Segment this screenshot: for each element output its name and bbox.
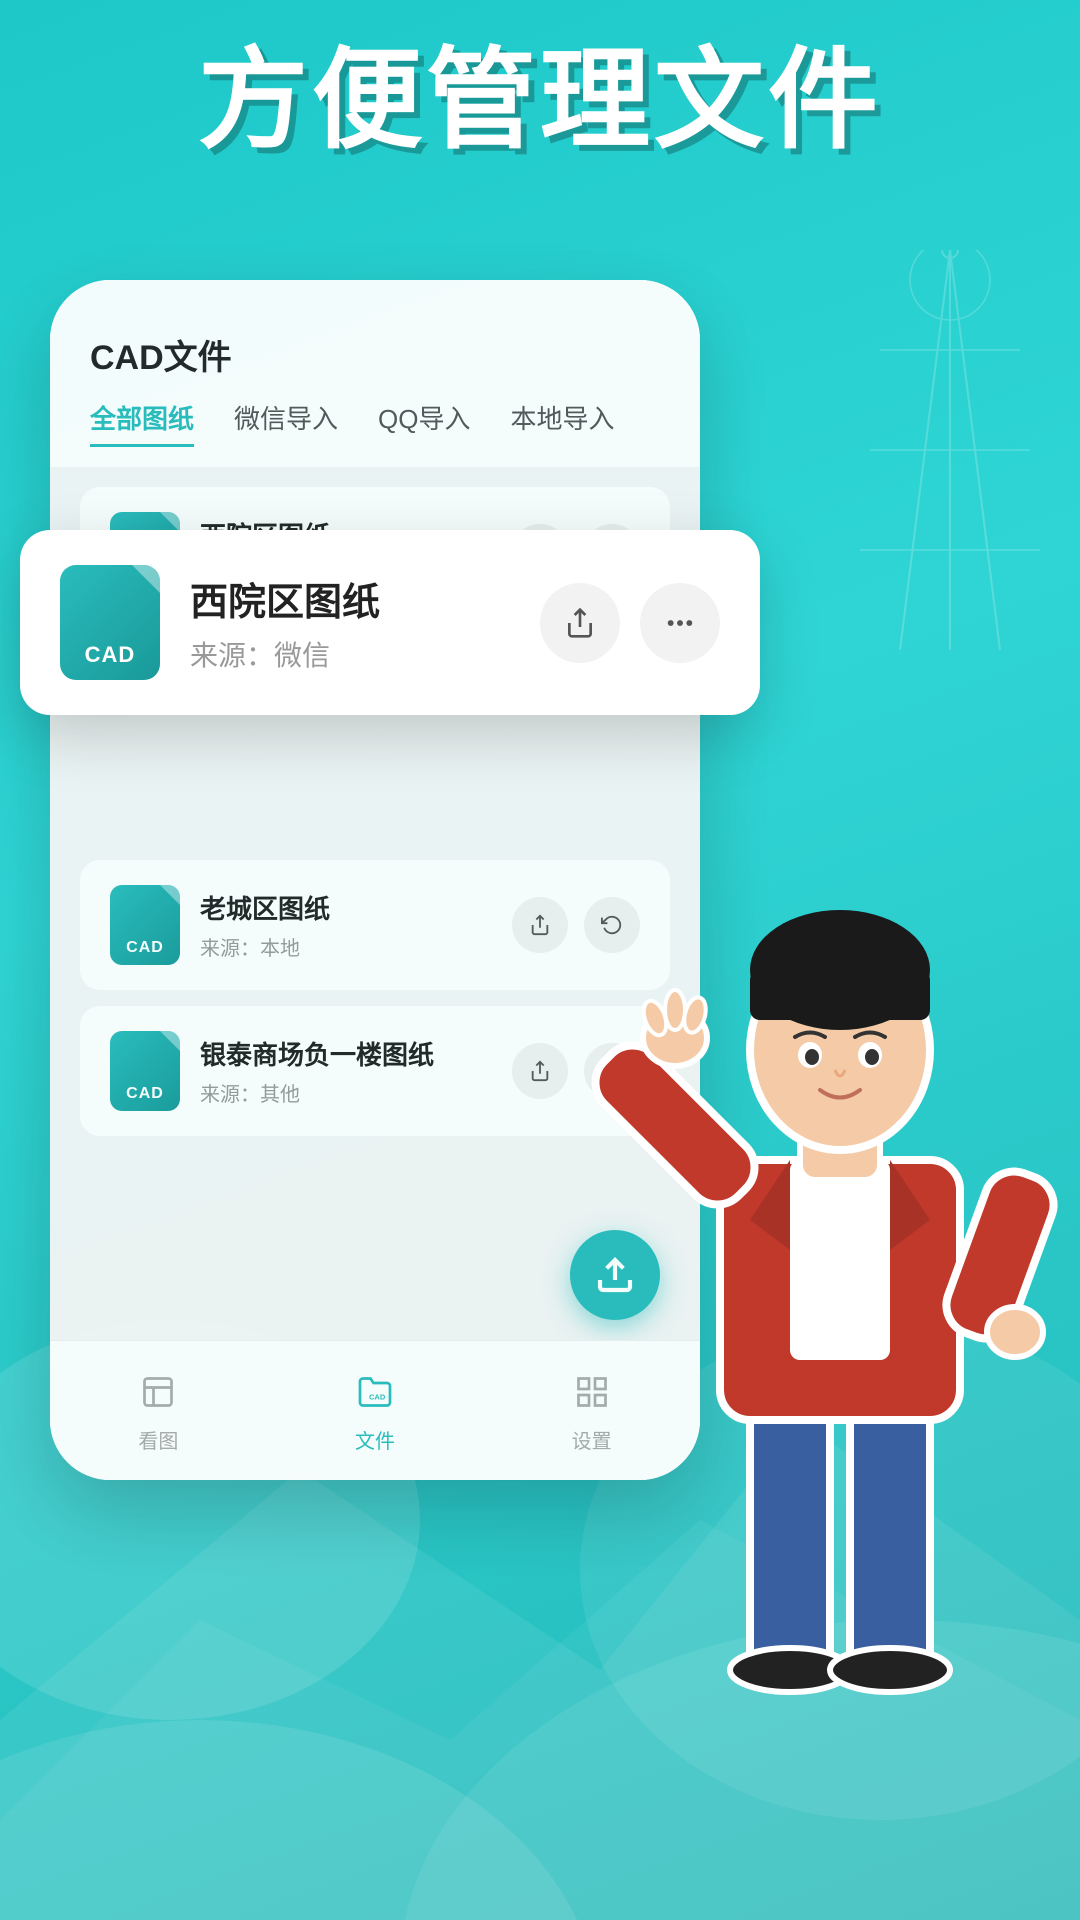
files-icon: CAD	[350, 1367, 400, 1417]
phone-tabs: 全部图纸 微信导入 QQ导入 本地导入	[90, 399, 660, 447]
svg-text:CAD: CAD	[369, 1393, 386, 1402]
floating-card: CAD 西院区图纸 来源：微信	[20, 530, 760, 715]
floating-card-filename: 西院区图纸	[190, 571, 510, 626]
floating-card-file-icon: CAD	[60, 565, 160, 680]
file-info-2: 老城区图纸 来源：本地	[200, 889, 492, 961]
character-illustration	[580, 870, 1080, 1770]
nav-item-files[interactable]: CAD 文件	[350, 1367, 400, 1454]
file-icon-3: CAD	[110, 1031, 180, 1111]
tab-local[interactable]: 本地导入	[510, 399, 614, 447]
nav-label-viewer: 看图	[138, 1425, 178, 1454]
file-source-2: 来源：本地	[200, 932, 492, 961]
tab-qq[interactable]: QQ导入	[378, 399, 470, 447]
main-title: 方便管理文件	[0, 40, 1080, 161]
floating-card-actions	[540, 583, 720, 663]
tab-all[interactable]: 全部图纸	[90, 399, 194, 447]
file-name-3: 银泰商场负一楼图纸	[200, 1035, 492, 1072]
file-source-3: 来源：其他	[200, 1078, 492, 1107]
floating-share-button[interactable]	[540, 583, 620, 663]
file-name-2: 老城区图纸	[200, 889, 492, 926]
viewer-icon	[133, 1367, 183, 1417]
phone-header: CAD文件 全部图纸 微信导入 QQ导入 本地导入	[50, 280, 700, 467]
floating-more-button[interactable]	[640, 583, 720, 663]
floating-card-source: 来源：微信	[190, 634, 510, 674]
floating-card-info: 西院区图纸 来源：微信	[190, 571, 510, 674]
nav-item-viewer[interactable]: 看图	[133, 1367, 183, 1454]
tab-wechat[interactable]: 微信导入	[234, 399, 338, 447]
nav-label-files: 文件	[355, 1425, 395, 1454]
share-btn-3[interactable]	[512, 1043, 568, 1099]
phone-section-title: CAD文件	[90, 330, 660, 379]
file-icon-2: CAD	[110, 885, 180, 965]
file-info-3: 银泰商场负一楼图纸 来源：其他	[200, 1035, 492, 1107]
deco-tower	[850, 250, 1050, 650]
share-btn-2[interactable]	[512, 897, 568, 953]
